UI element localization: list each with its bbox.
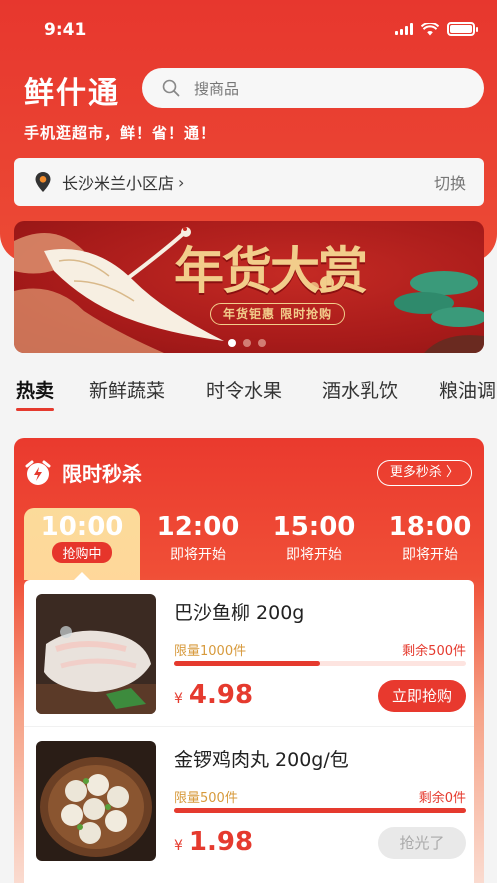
slogan: 手机逛超市，鲜！省！通！: [24, 124, 217, 142]
flash-sale-title: 限时秒杀: [62, 462, 142, 486]
store-selector[interactable]: 长沙米兰小区店 › 切换: [14, 158, 484, 206]
status-bar: 9:41: [0, 0, 497, 60]
status-time: 9:41: [44, 20, 87, 40]
banner-title: 年货大赏: [174, 241, 368, 300]
price-value: 4.98: [188, 680, 254, 710]
slot-status: 即将开始: [286, 547, 342, 563]
sale-progress-fill: [174, 808, 466, 813]
search-placeholder: 搜商品: [194, 79, 240, 98]
currency-symbol: ¥: [174, 691, 183, 707]
product-item[interactable]: 金锣鸡肉丸 200g/包 限量500件 剩余0件 ¥1.98 抢光了: [24, 726, 474, 872]
tab-grain-oil[interactable]: 粮油调: [439, 376, 496, 403]
category-tabs: 热卖 新鲜蔬菜 时令水果 酒水乳饮 粮油调: [0, 372, 497, 412]
product-image-meatballs: [36, 741, 156, 861]
wifi-icon: [421, 22, 439, 35]
product-name: 巴沙鱼柳 200g: [174, 602, 305, 624]
tab-vegetables[interactable]: 新鲜蔬菜: [89, 376, 165, 403]
sold-out-button[interactable]: 抢光了: [378, 827, 466, 859]
search-bar[interactable]: 搜商品: [142, 68, 484, 108]
time-slot[interactable]: 10:00 抢购中: [24, 508, 140, 580]
slot-status: 抢购中: [52, 542, 112, 563]
remaining-quantity: 剩余500件: [402, 644, 466, 659]
tab-hot[interactable]: 热卖: [16, 376, 55, 411]
status-icons: [395, 22, 478, 36]
limit-quantity: 限量500件: [174, 791, 238, 806]
time-slot[interactable]: 18:00 即将开始: [372, 508, 484, 580]
time-slots: 10:00 抢购中 12:00 即将开始 15:00 即将开始 18:00 即将…: [24, 508, 484, 580]
sale-progress-bar: [174, 808, 466, 813]
flash-sale-panel: 限时秒杀 更多秒杀 〉 10:00 抢购中 12:00 即将开始 15:00 即…: [14, 438, 484, 883]
tab-fruits[interactable]: 时令水果: [206, 376, 282, 403]
search-icon: [162, 79, 180, 97]
slot-time: 10:00: [40, 512, 124, 542]
flash-sale-header: 限时秒杀: [24, 458, 142, 487]
price-value: 1.98: [188, 827, 254, 857]
pagination-dot: [243, 339, 251, 347]
product-name: 金锣鸡肉丸 200g/包: [174, 749, 349, 771]
limit-quantity: 限量1000件: [174, 644, 247, 659]
more-flash-sale-button[interactable]: 更多秒杀 〉: [376, 460, 472, 486]
slot-status: 即将开始: [402, 547, 458, 563]
switch-store-button[interactable]: 切换: [434, 170, 466, 194]
product-price: ¥4.98: [174, 680, 253, 710]
time-slot[interactable]: 12:00 即将开始: [140, 508, 256, 580]
product-item[interactable]: 巴沙鱼柳 200g 限量1000件 剩余500件 ¥4.98 立即抢购: [24, 580, 474, 726]
product-image-fish: [36, 594, 156, 714]
location-pin-icon: [35, 172, 51, 192]
currency-symbol: ¥: [174, 838, 183, 854]
slot-time: 18:00: [388, 512, 472, 542]
tab-drinks[interactable]: 酒水乳饮: [322, 376, 398, 403]
slot-time: 15:00: [272, 512, 356, 542]
alarm-clock-icon: [25, 460, 51, 485]
remaining-quantity: 剩余0件: [418, 791, 466, 806]
time-slot[interactable]: 15:00 即将开始: [256, 508, 372, 580]
pagination-dot: [258, 339, 266, 347]
active-slot-indicator: [74, 572, 90, 580]
flash-sale-list: 巴沙鱼柳 200g 限量1000件 剩余500件 ¥4.98 立即抢购 金锣鸡肉…: [24, 580, 474, 883]
sale-progress-fill: [174, 661, 320, 666]
banner-pagination: [228, 339, 266, 347]
store-name: 长沙米兰小区店: [62, 174, 175, 193]
product-price: ¥1.98: [174, 827, 253, 857]
slot-status: 即将开始: [170, 547, 226, 563]
app-logo: 鲜什通: [24, 76, 120, 111]
battery-icon: [447, 22, 478, 36]
buy-now-button[interactable]: 立即抢购: [378, 680, 466, 712]
promo-banner[interactable]: 年货大赏 年货钜惠 限时抢购: [14, 221, 484, 353]
banner-subtitle: 年货钜惠 限时抢购: [210, 303, 346, 325]
pagination-dot: [228, 339, 236, 347]
sale-progress-bar: [174, 661, 466, 666]
slot-time: 12:00: [156, 512, 240, 542]
signal-icon: [395, 23, 413, 35]
chevron-right-icon: ›: [178, 172, 185, 192]
